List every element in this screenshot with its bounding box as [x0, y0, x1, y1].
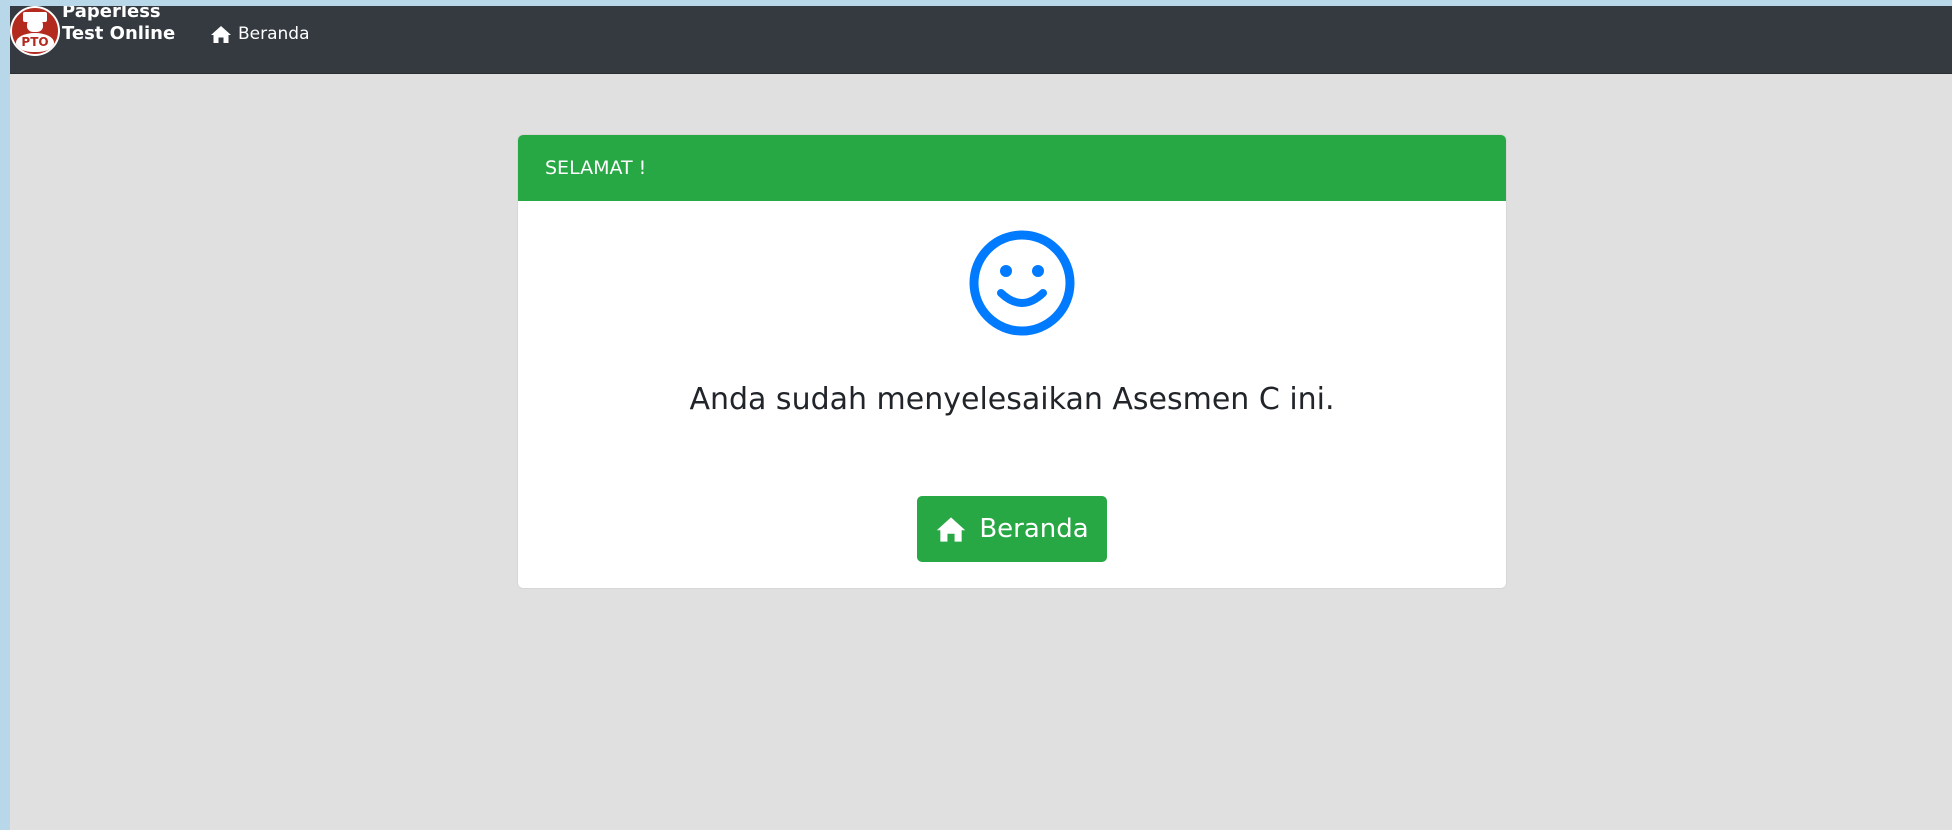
top-navbar: PTO Paperless Test Online Beranda — [10, 6, 1952, 74]
student-head-shape — [27, 18, 43, 32]
home-icon — [935, 516, 967, 543]
beranda-button-label: Beranda — [979, 514, 1089, 544]
brand-name-line2: Test Online — [62, 23, 176, 44]
pto-logo: PTO — [10, 6, 60, 56]
smiley-icon — [968, 229, 1076, 337]
beranda-button[interactable]: Beranda — [917, 496, 1107, 562]
card-header: SELAMAT ! — [518, 135, 1506, 201]
brand-name: Paperless Test Online — [62, 6, 175, 45]
brand-name-line1: Paperless — [62, 6, 161, 22]
completion-message: Anda sudah menyelesaikan Asesmen C ini. — [689, 382, 1335, 417]
completion-card: SELAMAT ! Anda sudah menyelesaikan Asesm… — [518, 135, 1506, 588]
home-icon — [210, 25, 232, 44]
nav-link-beranda[interactable]: Beranda — [210, 19, 310, 49]
logo-badge: PTO — [16, 33, 54, 52]
app-window: PTO Paperless Test Online Beranda SELAMA… — [10, 6, 1952, 830]
nav-link-label: Beranda — [238, 24, 310, 44]
